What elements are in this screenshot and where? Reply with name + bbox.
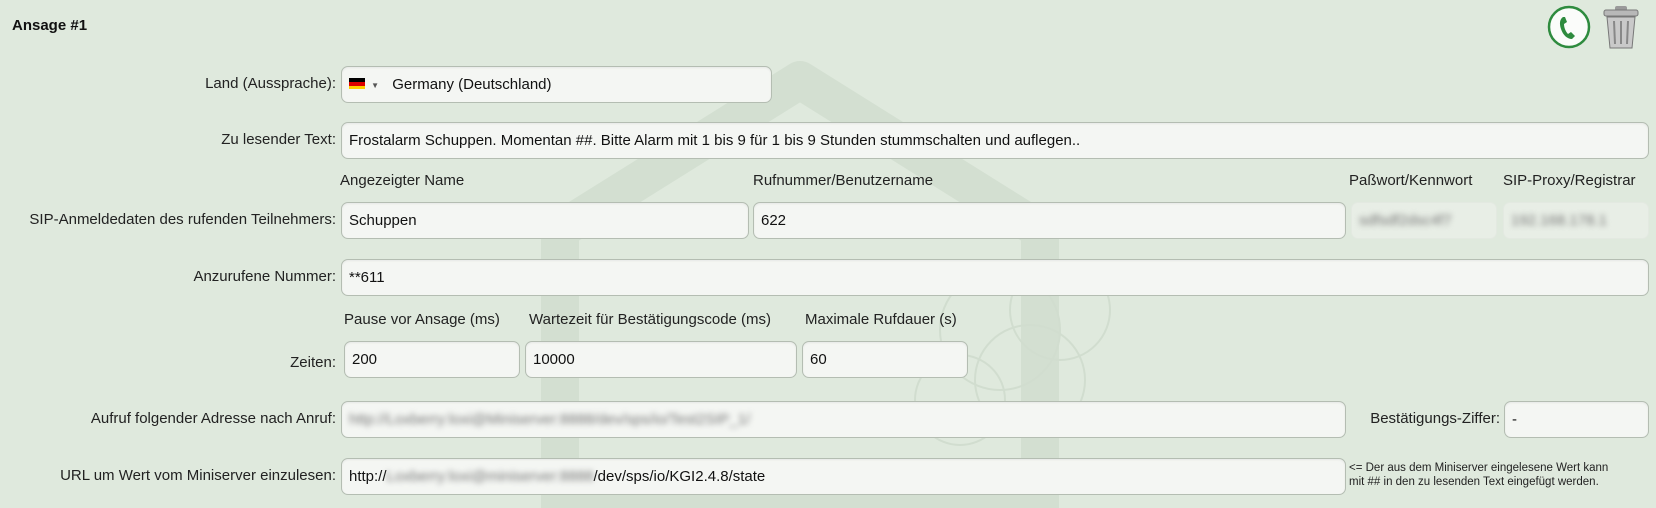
password-input[interactable]: sdfsdf2dsc4f7 [1351,202,1497,239]
password-header: Paßwort/Kennwort [1349,172,1473,189]
phone-icon[interactable] [1547,5,1591,49]
text-input[interactable]: Frostalarm Schuppen. Momentan ##. Bitte … [341,122,1649,159]
trash-icon[interactable] [1601,4,1641,50]
call-number-label: Anzurufene Nummer: [193,268,336,285]
callback-input[interactable]: http://Loxberry:loxi@Miniserver:8888/dev… [341,401,1346,438]
text-label: Zu lesender Text: [221,131,336,148]
wait-header: Wartezeit für Bestätigungscode (ms) [529,311,772,328]
callback-label: Aufruf folgender Adresse nach Anruf: [90,410,336,427]
times-label: Zeiten: [290,354,336,371]
number-input[interactable]: 622 [753,202,1346,239]
section-title: Ansage #1 [12,17,88,34]
pause-input[interactable]: 200 [344,341,520,378]
number-header: Rufnummer/Benutzername [753,172,934,189]
confirm-label: Bestätigungs-Ziffer: [1370,410,1500,427]
url-input[interactable]: http://Loxberry:loxi@miniserver:8888/dev… [341,458,1346,495]
wait-input[interactable]: 10000 [525,341,797,378]
max-input[interactable]: 60 [802,341,968,378]
display-name-input[interactable]: Schuppen [341,202,749,239]
url-label: URL um Wert vom Miniserver einzulesen: [60,467,336,484]
country-label: Land (Aussprache): [205,75,336,92]
pause-header: Pause vor Ansage (ms) [344,311,500,328]
country-select[interactable]: ▼ Germany (Deutschland) [341,66,772,103]
chevron-down-icon: ▼ [371,80,380,90]
proxy-input[interactable]: 192.168.178.1 [1503,202,1649,239]
sip-label: SIP-Anmeldedaten des rufenden Teilnehmer… [29,211,336,228]
max-header: Maximale Rufdauer (s) [805,311,957,328]
confirm-input[interactable]: - [1504,401,1649,438]
display-name-header: Angezeigter Name [340,172,465,189]
url-note: <= Der aus dem Miniserver eingelesene We… [1349,462,1609,488]
german-flag-icon [349,78,365,90]
call-number-input[interactable]: **611 [341,259,1649,296]
country-value: Germany (Deutschland) [392,76,552,93]
proxy-header: SIP-Proxy/Registrar [1503,172,1636,189]
